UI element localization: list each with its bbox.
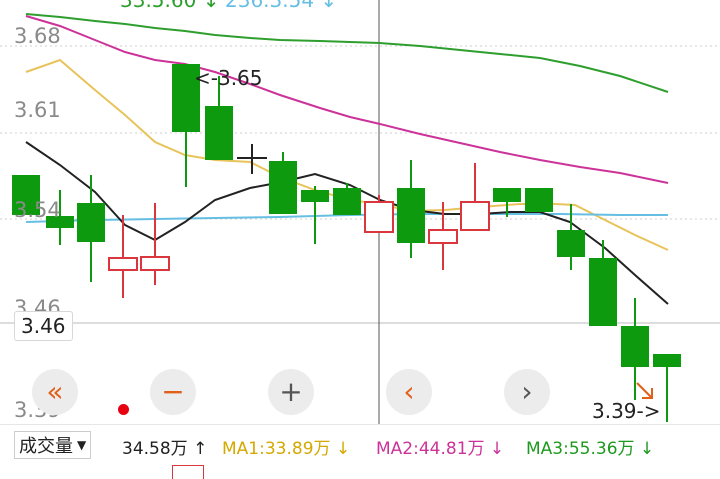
volume-chart-strip [0,462,720,479]
candle-body [493,188,521,202]
prev-icon: ‹ [403,375,415,408]
candle [364,195,394,233]
candle-body [301,190,329,202]
candle [589,240,617,326]
candle [269,152,297,214]
indicator-dot [118,404,129,415]
y-label-2: 3.61 [14,98,61,122]
candle [460,163,490,231]
fast-forward-button[interactable]: » [622,369,668,415]
volume-ma3: MA3:55.36万 ↓ [526,439,655,459]
candle [108,215,138,298]
zoom-in-icon: + [279,375,303,408]
candle [140,203,170,285]
indicator-selector[interactable]: 成交量 ▼ [14,431,92,459]
fast-backward-icon: « [46,375,64,408]
volume-ma2: MA2:44.81万 ↓ [376,439,505,459]
candle-body [460,201,490,231]
fast-backward-button[interactable]: « [32,369,78,415]
candle-body [557,230,585,257]
candlestick-chart[interactable] [0,0,720,424]
candle-body [333,188,361,215]
dropdown-arrow-icon: ▼ [77,438,87,452]
candle-body [397,188,425,243]
zoom-out-button[interactable]: − [150,369,196,415]
prev-button[interactable]: ‹ [386,369,432,415]
next-icon: › [521,375,533,408]
candles [12,64,681,422]
volume-value: 34.58万 ↑ [122,439,208,459]
fast-forward-icon: » [636,378,653,406]
ma-green-line [25,13,669,93]
high-price-annotation: <-3.65 [194,66,263,90]
ma-header-ma2: 236.3.54 ↓ [225,0,338,12]
candle-body [653,354,681,367]
volume-toolbar: 成交量 ▼ 34.58万 ↑ MA1:33.89万 ↓ MA2:44.81万 ↓… [0,424,720,464]
crosshair-marker [237,144,267,174]
candle-body [108,257,138,271]
candle-body [525,188,553,212]
y-label-3: 3.54 [14,198,61,222]
candle [77,175,105,282]
candle-body [269,161,297,214]
ma-header-ma1: 33.5.60 ↓ [120,0,220,12]
candle-body [364,201,394,233]
y-label-1: 3.68 [14,24,61,48]
zoom-in-button[interactable]: + [268,369,314,415]
volume-bar [172,465,204,479]
candle [397,160,425,258]
last-price-label: 3.46 [14,311,73,341]
indicator-selector-label: 成交量 [19,436,73,457]
candle [525,188,553,212]
candle-body [589,258,617,326]
volume-ma1: MA1:33.89万 ↓ [222,439,351,459]
candle-body [140,256,170,271]
candle-body [621,326,649,367]
zoom-out-icon: − [161,375,185,408]
candle-body [77,203,105,242]
next-button[interactable]: › [504,369,550,415]
candle-body [428,229,458,244]
candle-body [205,106,233,160]
